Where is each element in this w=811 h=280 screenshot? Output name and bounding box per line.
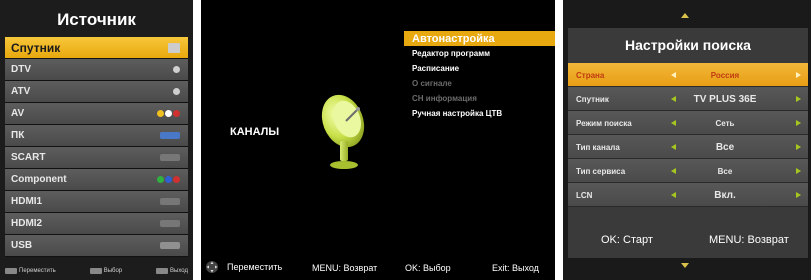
- setting-label: Режим поиска: [576, 118, 632, 128]
- channels-menu-footer: Переместить MENU: Возврат OK: Выбор Exit…: [201, 260, 555, 276]
- move-hint-label: Переместить: [19, 268, 56, 274]
- source-item-label: AV: [11, 108, 25, 119]
- move-hint: Переместить: [5, 268, 56, 274]
- menu-back-hint: MENU: Возврат: [709, 234, 789, 246]
- antenna-icon: [173, 88, 180, 95]
- setting-row-service-type[interactable]: Тип сервиса Все: [568, 159, 808, 183]
- source-item-label: HDMI2: [11, 218, 43, 229]
- setting-row-lcn[interactable]: LCN Вкл.: [568, 183, 808, 207]
- ok-key-icon: [89, 268, 102, 274]
- setting-value: Сеть: [715, 118, 735, 128]
- channels-menu-panel: КАНАЛЫ Автонастройка Редактор программ Р…: [201, 0, 555, 280]
- antenna-icon: [173, 66, 180, 73]
- setting-value: Вкл.: [714, 189, 736, 201]
- menu-item-schedule[interactable]: Расписание: [404, 61, 555, 76]
- scroll-down-arrow-icon: [681, 263, 689, 268]
- source-item-label: SCART: [11, 152, 46, 163]
- source-item-label: Спутник: [11, 40, 61, 55]
- arrow-right-icon[interactable]: [796, 192, 801, 198]
- source-item-dtv[interactable]: DTV: [5, 59, 188, 81]
- source-item-hdmi2[interactable]: HDMI2: [5, 213, 188, 235]
- source-item-usb[interactable]: USB: [5, 235, 188, 257]
- setting-label: LCN: [576, 190, 593, 200]
- source-item-pc[interactable]: ПК: [5, 125, 188, 147]
- search-settings-footer: OK: Старт MENU: Возврат: [563, 231, 811, 247]
- usb-connector-icon: [160, 242, 180, 249]
- scroll-up-arrow-icon: [681, 13, 689, 18]
- setting-row-search-mode[interactable]: Режим поиска Сеть: [568, 111, 808, 135]
- source-item-label: HDMI1: [11, 196, 43, 207]
- scart-connector-icon: [160, 154, 180, 161]
- source-list: Спутник DTV ATV AV ПК SCART Component HD…: [5, 37, 188, 257]
- source-item-label: ПК: [11, 130, 25, 141]
- menu-item-auto-tuning[interactable]: Автонастройка: [404, 31, 555, 46]
- source-item-satellite[interactable]: Спутник: [5, 37, 188, 59]
- component-connector-icon: [157, 176, 180, 183]
- source-menu-panel: Источник Спутник DTV ATV AV ПК SCART Com…: [0, 0, 193, 280]
- setting-label: Тип сервиса: [576, 166, 626, 176]
- arrow-right-icon[interactable]: [796, 96, 801, 102]
- setting-label: Страна: [576, 70, 605, 80]
- exit-hint: Exit: Выход: [492, 263, 539, 273]
- menu-item-manual-dtv-tuning[interactable]: Ручная настройка ЦТВ: [404, 106, 555, 121]
- source-item-component[interactable]: Component: [5, 169, 188, 191]
- source-item-label: DTV: [11, 64, 31, 75]
- arrow-right-icon[interactable]: [796, 144, 801, 150]
- arrow-left-icon[interactable]: [671, 72, 676, 78]
- search-settings-dialog: Настройки поиска Страна Россия Спутник T…: [568, 28, 808, 258]
- source-item-av[interactable]: AV: [5, 103, 188, 125]
- arrow-left-icon[interactable]: [671, 96, 676, 102]
- select-hint: Выбор: [89, 268, 123, 274]
- setting-row-channel-type[interactable]: Тип канала Все: [568, 135, 808, 159]
- satellite-dish-icon: [321, 94, 365, 169]
- satellite-dish-icon: [168, 42, 180, 53]
- search-settings-title: Настройки поиска: [625, 37, 751, 53]
- setting-row-country[interactable]: Страна Россия: [568, 63, 808, 87]
- menu-back-hint: MENU: Возврат: [312, 263, 378, 273]
- arrow-left-icon[interactable]: [671, 168, 676, 174]
- source-menu-footer: Переместить Выбор Выход: [5, 264, 188, 278]
- rca-connector-icon: [157, 110, 180, 117]
- menu-item-program-editor[interactable]: Редактор программ: [404, 46, 555, 61]
- menu-item-signal-info: О сигнале: [412, 79, 452, 88]
- arrow-right-icon[interactable]: [796, 72, 801, 78]
- arrow-left-icon[interactable]: [671, 144, 676, 150]
- arrow-right-icon[interactable]: [796, 168, 801, 174]
- ok-select-hint: OK: Выбор: [405, 263, 451, 273]
- select-hint-label: Выбор: [103, 268, 123, 274]
- source-item-label: ATV: [11, 86, 31, 97]
- exit-hint: Выход: [156, 268, 188, 274]
- ok-start-hint: OK: Старт: [601, 234, 653, 246]
- setting-value: Все: [715, 141, 735, 153]
- setting-label: Спутник: [576, 94, 609, 104]
- source-menu-title: Источник: [57, 10, 136, 29]
- source-item-label: Component: [11, 174, 67, 185]
- hdmi-connector-icon: [160, 198, 180, 205]
- hdmi-connector-icon: [160, 220, 180, 227]
- setting-label: Тип канала: [576, 142, 620, 152]
- setting-value: TV PLUS 36E: [693, 93, 757, 105]
- setting-value: Россия: [710, 70, 740, 80]
- vga-connector-icon: [160, 132, 180, 139]
- setting-row-satellite[interactable]: Спутник TV PLUS 36E: [568, 87, 808, 111]
- setting-value: Все: [717, 166, 733, 176]
- exit-hint-label: Выход: [170, 268, 188, 274]
- search-settings-panel: Настройки поиска Страна Россия Спутник T…: [563, 0, 811, 280]
- menu-item-ci-info: CH информация: [412, 94, 477, 103]
- menu-category-title: КАНАЛЫ: [230, 126, 280, 138]
- move-hint: Переместить: [205, 260, 282, 274]
- search-settings-list: Страна Россия Спутник TV PLUS 36E Режим …: [568, 63, 808, 207]
- source-item-atv[interactable]: ATV: [5, 81, 188, 103]
- channels-submenu: Автонастройка Редактор программ Расписан…: [404, 31, 555, 121]
- source-item-scart[interactable]: SCART: [5, 147, 188, 169]
- arrows-icon: [206, 261, 218, 273]
- exit-key-icon: [156, 268, 169, 274]
- source-item-hdmi1[interactable]: HDMI1: [5, 191, 188, 213]
- arrow-left-icon[interactable]: [671, 120, 676, 126]
- arrow-left-icon[interactable]: [671, 192, 676, 198]
- source-item-label: USB: [11, 240, 33, 251]
- move-hint-label: Переместить: [227, 262, 283, 272]
- arrows-icon: [5, 268, 17, 274]
- arrow-right-icon[interactable]: [796, 120, 801, 126]
